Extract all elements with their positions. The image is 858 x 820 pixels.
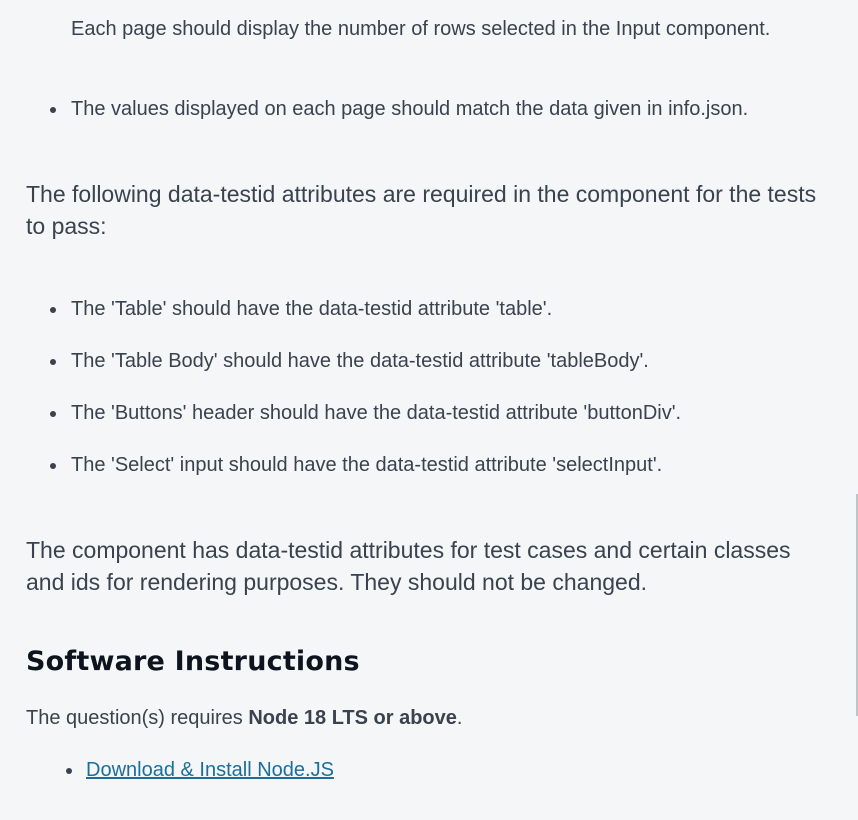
list-item: The values displayed on each page should…: [49, 98, 749, 120]
list-item: The 'Table' should have the data-testid …: [49, 298, 553, 320]
download-node-link[interactable]: Download & Install Node.JS: [86, 759, 334, 781]
requirement-prefix: The question(s) requires: [26, 707, 249, 729]
node-requirement-text: The question(s) requires Node 18 LTS or …: [26, 704, 462, 732]
testid-paragraph: The following data-testid attributes are…: [26, 181, 817, 239]
download-list-item: Download & Install Node.JS: [66, 756, 334, 784]
requirement-suffix: .: [456, 707, 463, 729]
software-instructions-heading: Software Instructions: [26, 646, 360, 677]
list-item: The 'Table Body' should have the data-te…: [50, 350, 649, 372]
list-item: The 'Buttons' header should have the dat…: [49, 402, 682, 424]
bullet-continuation-text: Each page should display the number of r…: [71, 18, 771, 40]
problem-description: Each page should display the number of r…: [0, 0, 852, 820]
list-item: The 'Select' input should have the data-…: [49, 454, 663, 476]
component-paragraph: The component has data-testid attributes…: [26, 537, 791, 595]
requirement-version: Node 18 LTS or above: [248, 707, 457, 729]
